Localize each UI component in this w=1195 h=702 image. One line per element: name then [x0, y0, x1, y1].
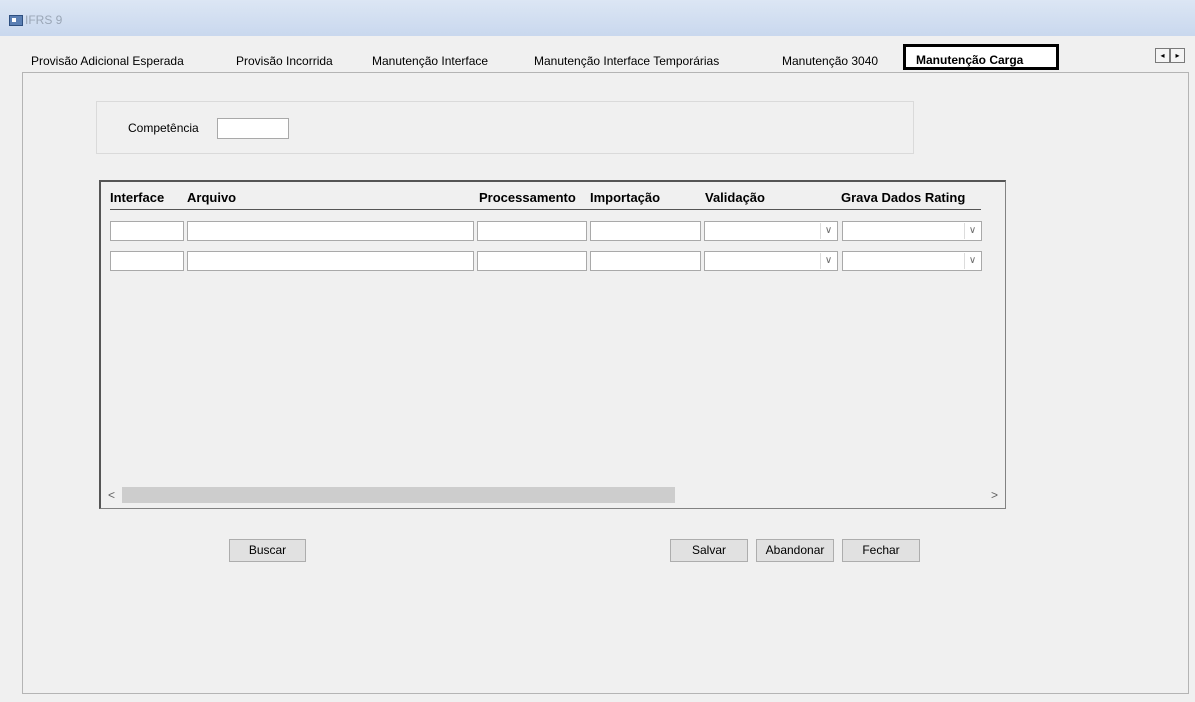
chevron-down-icon[interactable]: ∨ [820, 223, 836, 239]
chevron-down-icon[interactable]: ∨ [964, 223, 980, 239]
tab-scroll-right-icon[interactable]: ▸ [1170, 48, 1185, 63]
row2-grava-dados-rating-combo[interactable]: ∨ [842, 251, 982, 271]
tab-page-manutencao-carga: Competência Interface Arquivo Processame… [22, 72, 1189, 694]
tab-provisao-incorrida[interactable]: Provisão Incorrida [236, 50, 333, 72]
row2-processamento-cell[interactable] [477, 251, 587, 271]
scroll-left-icon[interactable]: < [103, 486, 120, 504]
app-icon [9, 15, 23, 26]
tab-provisao-adicional-esperada[interactable]: Provisão Adicional Esperada [31, 50, 184, 72]
window-client-area: Provisão Adicional Esperada Provisão Inc… [0, 36, 1195, 702]
salvar-button[interactable]: Salvar [670, 539, 748, 562]
tab-manutencao-interface[interactable]: Manutenção Interface [372, 50, 488, 72]
chevron-down-icon[interactable]: ∨ [820, 253, 836, 269]
fechar-button[interactable]: Fechar [842, 539, 920, 562]
tab-manutencao-3040[interactable]: Manutenção 3040 [782, 50, 878, 72]
col-header-importacao: Importação [590, 190, 661, 205]
header-divider [110, 209, 981, 210]
row1-arquivo-cell[interactable] [187, 221, 474, 241]
chevron-down-icon[interactable]: ∨ [964, 253, 980, 269]
window-title: IFRS 9 [25, 13, 63, 27]
row2-importacao-cell[interactable] [590, 251, 701, 271]
scroll-right-icon[interactable]: > [986, 486, 1003, 504]
competencia-label: Competência [128, 121, 199, 135]
row1-processamento-cell[interactable] [477, 221, 587, 241]
col-header-interface: Interface [110, 190, 165, 205]
grid-horizontal-scrollbar[interactable]: < > [102, 486, 1004, 504]
filter-groupbox: Competência [96, 101, 914, 154]
tab-scroll-left-icon[interactable]: ◂ [1155, 48, 1170, 63]
row1-validacao-combo[interactable]: ∨ [704, 221, 838, 241]
col-header-grava-dados-rating: Grava Dados Rating [841, 190, 966, 205]
row2-interface-cell[interactable] [110, 251, 184, 271]
row1-interface-cell[interactable] [110, 221, 184, 241]
row2-arquivo-cell[interactable] [187, 251, 474, 271]
col-header-validacao: Validação [705, 190, 765, 205]
row1-importacao-cell[interactable] [590, 221, 701, 241]
row2-validacao-combo[interactable]: ∨ [704, 251, 838, 271]
competencia-input[interactable] [217, 118, 289, 139]
abandonar-button[interactable]: Abandonar [756, 539, 834, 562]
scroll-thumb[interactable] [122, 487, 675, 503]
buscar-button[interactable]: Buscar [229, 539, 306, 562]
col-header-arquivo: Arquivo [187, 190, 237, 205]
col-header-processamento: Processamento [479, 190, 576, 205]
tab-manutencao-interface-temporarias[interactable]: Manutenção Interface Temporárias [534, 50, 719, 72]
title-bar: IFRS 9 [0, 0, 1195, 36]
row1-grava-dados-rating-combo[interactable]: ∨ [842, 221, 982, 241]
tab-strip: Provisão Adicional Esperada Provisão Inc… [0, 44, 1195, 72]
tab-manutencao-carga[interactable]: Manutenção Carga [903, 44, 1059, 70]
carga-grid: Interface Arquivo Processamento Importaç… [99, 180, 1006, 509]
